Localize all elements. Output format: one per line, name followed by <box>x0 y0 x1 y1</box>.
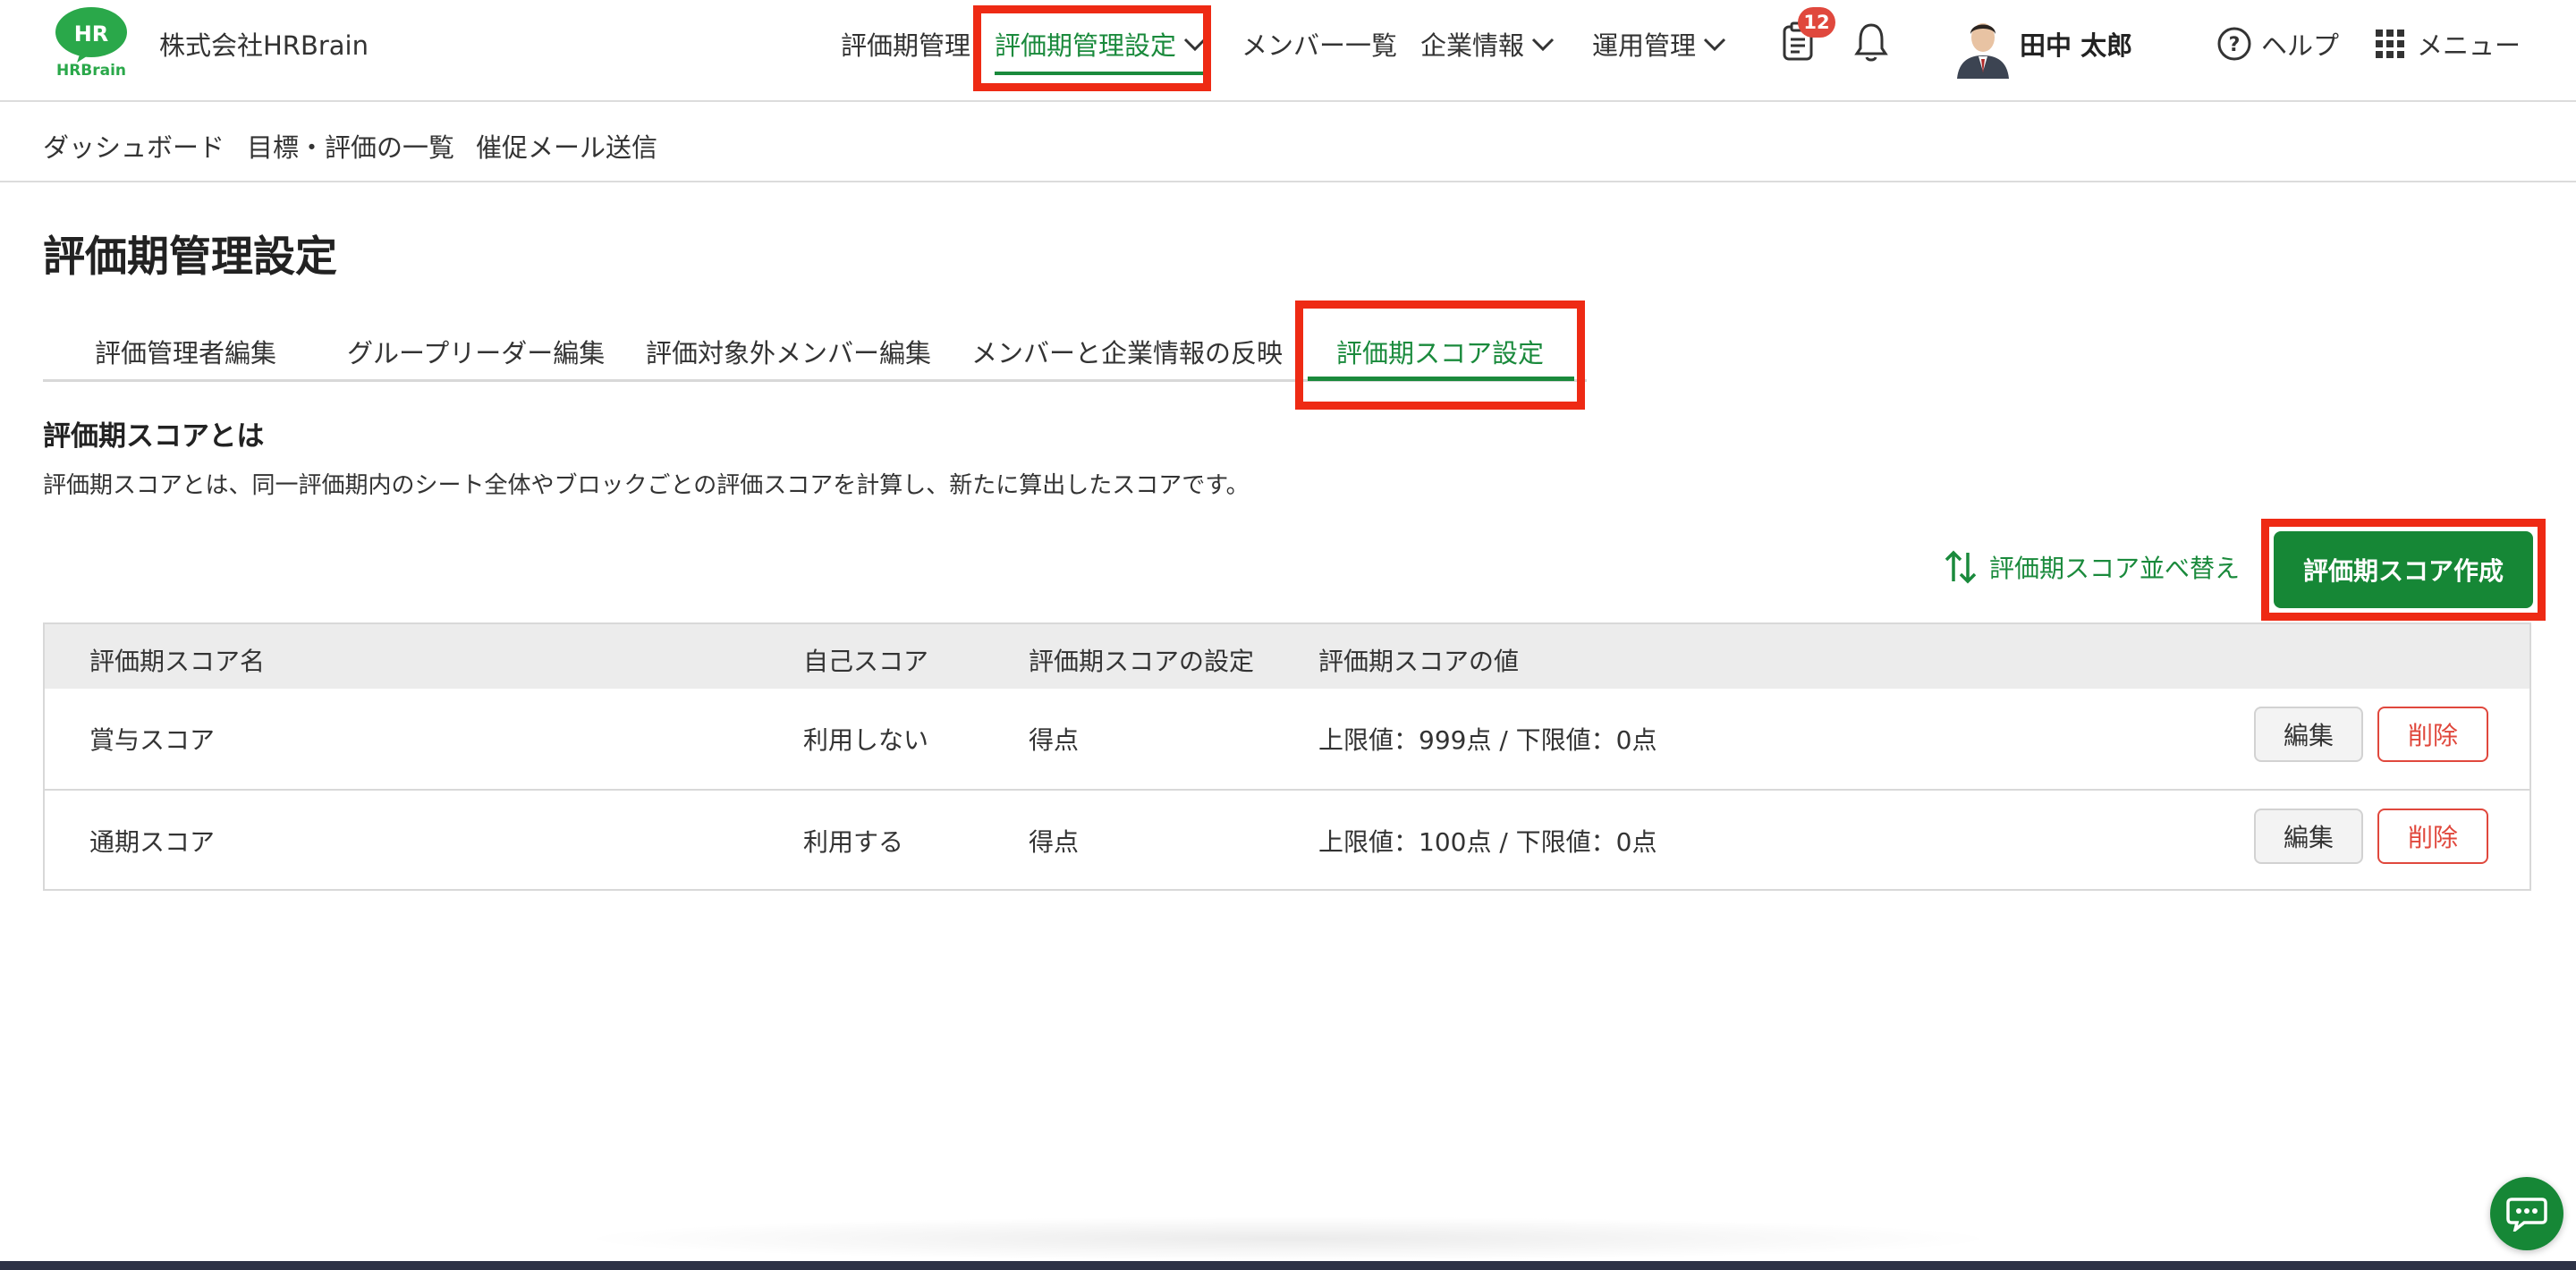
svg-text:HR: HR <box>74 21 109 47</box>
sub-navigation: ダッシュボード 目標・評価の一覧 催促メール送信 <box>0 102 2576 182</box>
score-table: 評価期スコア名 自己スコア 評価期スコアの設定 評価期スコアの値 賞与スコア 利… <box>43 622 2531 891</box>
grid-menu-icon <box>2376 30 2404 58</box>
bottom-shadow <box>572 1216 2004 1261</box>
edit-button[interactable]: 編集 <box>2254 707 2363 762</box>
notification-count-badge: 12 <box>1798 7 1835 38</box>
hrbrain-logo[interactable]: HR HRBrain <box>54 5 129 80</box>
subnav-reminder-mail[interactable]: 催促メール送信 <box>476 127 657 165</box>
nav-member-list[interactable]: メンバー一覧 <box>1241 25 1397 63</box>
highlight-box-tab <box>1295 301 1585 410</box>
self-score-cell: 利用しない <box>803 725 929 755</box>
window-bottom-bar <box>0 1261 2576 1270</box>
nav-company-info[interactable]: 企業情報 <box>1420 25 1555 63</box>
nav-evaluation-period[interactable]: 評価期管理 <box>841 25 970 63</box>
column-header-name: 評価期スコア名 <box>89 647 266 676</box>
company-name: 株式会社HRBrain <box>159 30 369 61</box>
table-row: 通期スコア 利用する 得点 上限値：100点 / 下限値：0点 編集 削除 <box>45 791 2529 891</box>
highlight-box-create <box>2261 519 2546 621</box>
value-cell: 上限値：100点 / 下限値：0点 <box>1318 827 1657 857</box>
help-link[interactable]: ? ヘルプ <box>2216 25 2339 63</box>
user-name[interactable]: 田中 太郎 <box>2020 25 2132 63</box>
menu-button[interactable]: メニュー <box>2376 25 2521 63</box>
column-header-setting: 評価期スコアの設定 <box>1029 647 1255 676</box>
edit-button[interactable]: 編集 <box>2254 809 2363 864</box>
delete-button[interactable]: 削除 <box>2377 809 2488 864</box>
avatar[interactable] <box>1952 9 2014 79</box>
chat-button[interactable] <box>2490 1177 2563 1250</box>
column-header-self-score: 自己スコア <box>803 647 929 676</box>
self-score-cell: 利用する <box>803 827 904 857</box>
subnav-goal-evaluation-list[interactable]: 目標・評価の一覧 <box>247 127 454 165</box>
svg-text:?: ? <box>2229 34 2241 56</box>
chat-icon <box>2506 1196 2547 1232</box>
table-header: 評価期スコア名 自己スコア 評価期スコアの設定 評価期スコアの値 <box>45 624 2529 689</box>
tab-excluded-members[interactable]: 評価対象外メンバー編集 <box>646 333 931 370</box>
column-header-value: 評価期スコアの値 <box>1318 647 1520 676</box>
table-row: 賞与スコア 利用しない 得点 上限値：999点 / 下限値：0点 編集 削除 <box>45 689 2529 791</box>
chevron-down-icon <box>1703 29 1726 59</box>
tab-group-leader[interactable]: グループリーダー編集 <box>347 333 605 370</box>
nav-operations[interactable]: 運用管理 <box>1592 25 1726 63</box>
sort-scores-link[interactable]: 評価期スコア並べ替え <box>1943 549 2240 585</box>
page-title: 評価期管理設定 <box>43 233 337 282</box>
score-name-cell: 通期スコア <box>89 827 216 857</box>
delete-button[interactable]: 削除 <box>2377 707 2488 762</box>
setting-cell: 得点 <box>1029 725 1080 755</box>
help-circle-icon: ? <box>2216 26 2252 62</box>
tab-reflect-member-company[interactable]: メンバーと企業情報の反映 <box>971 333 1283 370</box>
tab-evaluation-admin[interactable]: 評価管理者編集 <box>95 333 276 370</box>
score-name-cell: 賞与スコア <box>89 725 216 755</box>
section-title: 評価期スコアとは <box>43 420 265 453</box>
sort-arrows-icon <box>1943 549 1979 585</box>
subnav-dashboard[interactable]: ダッシュボード <box>43 127 225 165</box>
svg-text:HRBrain: HRBrain <box>56 62 126 79</box>
value-cell: 上限値：999点 / 下限値：0点 <box>1318 725 1657 755</box>
bell-icon[interactable] <box>1853 21 1889 66</box>
section-description: 評価期スコアとは、同一評価期内のシート全体やブロックごとの評価スコアを計算し、新… <box>43 472 1250 499</box>
top-header: HR HRBrain 株式会社HRBrain 評価期管理 評価期管理設定 メンバ… <box>0 0 2576 102</box>
chevron-down-icon <box>1531 29 1555 59</box>
highlight-box-nav <box>973 5 1211 91</box>
setting-cell: 得点 <box>1029 827 1080 857</box>
